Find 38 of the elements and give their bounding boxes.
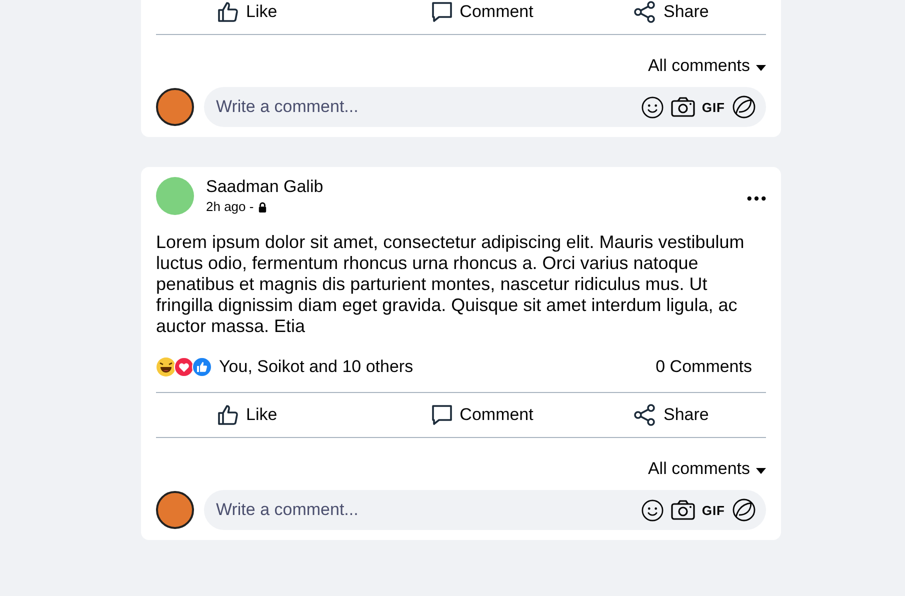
share-icon [633, 403, 658, 427]
comment-input-field[interactable]: Write a comment... GIF [204, 490, 766, 530]
post-time: 2h ago - [206, 198, 254, 216]
comments-filter-dropdown[interactable]: All comments [648, 458, 766, 480]
comment-input-field[interactable]: Write a comment... GIF [204, 87, 766, 127]
speech-bubble-icon [430, 403, 454, 427]
gif-button[interactable]: GIF [702, 502, 725, 518]
camera-icon[interactable] [670, 97, 695, 117]
thumbs-up-icon [216, 403, 240, 427]
author-name[interactable]: Saadman Galib [206, 177, 735, 197]
comment-button[interactable]: Comment [386, 0, 576, 34]
like-button[interactable]: Like [156, 393, 387, 437]
comment-button[interactable]: Comment [386, 393, 576, 437]
heart-reaction-icon [174, 357, 194, 377]
comments-count[interactable]: 0 Comments [656, 357, 752, 377]
reactions-summary[interactable]: You, Soikot and 10 others [219, 357, 656, 377]
smiley-icon[interactable] [640, 96, 664, 118]
sticker-icon[interactable] [732, 498, 756, 522]
thumbs-up-icon [216, 0, 240, 24]
thumbs-up-reaction-icon [192, 357, 212, 377]
avatar[interactable] [156, 88, 194, 126]
post-text: Lorem ipsum dolor sit amet, consectetur adipiscing elit. Mauris vestibulum luctus odio, fermentum rhoncus urna rhoncus a. Orci varius natoque penatibus et magnis dis parturient montes, nascetur ridiculus mus. Ut fringilla dignissim diam eget gravida. Quisque sit amet interdum ligula, ac auctor massa. Etia [156, 232, 746, 337]
like-button[interactable]: Like [156, 0, 387, 34]
caret-icon [756, 468, 766, 474]
caret-icon [756, 65, 766, 71]
sticker-icon[interactable] [732, 95, 756, 119]
more-options-icon[interactable] [747, 196, 766, 201]
share-button[interactable]: Share [576, 393, 766, 437]
smiley-icon[interactable] [640, 498, 664, 522]
gif-button[interactable]: GIF [702, 100, 725, 114]
laughing-emoji-icon [156, 357, 176, 377]
camera-icon[interactable] [670, 500, 695, 520]
lock-icon [258, 202, 267, 212]
avatar[interactable] [156, 491, 194, 529]
comments-filter-dropdown[interactable]: All comments [648, 55, 766, 77]
share-button[interactable]: Share [576, 0, 766, 34]
share-icon [633, 0, 658, 24]
speech-bubble-icon [430, 0, 454, 24]
